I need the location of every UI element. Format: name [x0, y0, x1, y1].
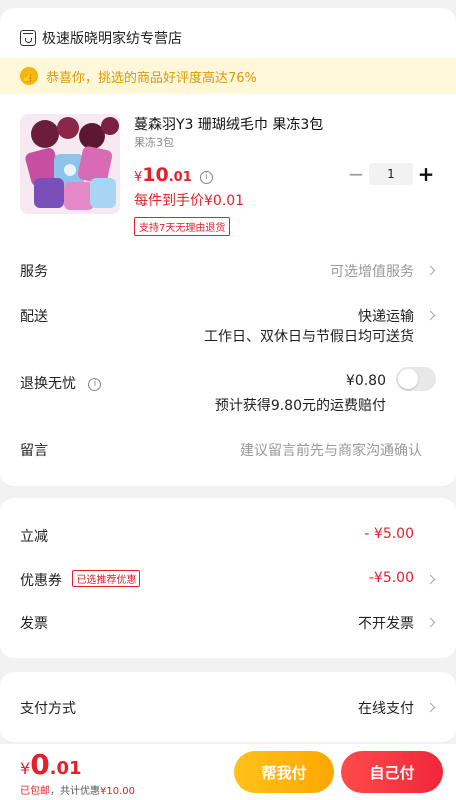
delivery-label: 配送	[20, 309, 48, 325]
saved-prefix: ，共计优惠	[50, 786, 100, 797]
delivery-value[interactable]: 快递运输	[358, 306, 414, 326]
chevron-right-icon[interactable]	[425, 265, 436, 276]
total-yen: ¥	[20, 759, 31, 778]
product-spec[interactable]: 果冻3包	[134, 134, 174, 150]
price-int: 10	[142, 164, 169, 186]
checkout-bar: ¥ 0 .01 已包邮，共计优惠¥10.00 帮我付 自己付	[0, 744, 456, 800]
praise-text: 恭喜你，挑选的商品好评度高达76%	[46, 70, 257, 86]
coupon-label: 优惠券 已选推荐优惠	[20, 570, 141, 590]
worry-free-label: 退换无忧 i	[20, 373, 102, 393]
quantity-stepper: − 1 +	[345, 161, 437, 187]
return-badge: 支持7天无理由退货	[134, 217, 231, 236]
chevron-right-icon[interactable]	[425, 310, 436, 321]
payment-label: 支付方式	[20, 701, 76, 717]
coupon-tag: 已选推荐优惠	[72, 570, 141, 587]
order-card: 极速版晓明家纺专营店 👍 恭喜你，挑选的商品好评度高达76% 蔓森羽Y3 珊瑚绒…	[0, 8, 456, 486]
total-price: ¥ 0 .01	[20, 748, 82, 781]
product-price: ¥ 10 .01 i	[134, 164, 213, 186]
plus-button[interactable]: +	[415, 161, 437, 187]
service-value[interactable]: 可选增值服务	[330, 261, 414, 281]
total-int: 0	[30, 748, 50, 781]
unit-price: 每件到手价¥0.01	[134, 193, 245, 209]
info-icon[interactable]: i	[199, 170, 213, 184]
chevron-right-icon[interactable]	[425, 702, 436, 713]
help-pay-button[interactable]: 帮我付	[234, 751, 334, 793]
service-label: 服务	[20, 264, 48, 280]
discount-label: 立减	[20, 529, 48, 545]
message-input[interactable]: 建议留言前先与商家沟通确认	[240, 440, 422, 460]
info-icon[interactable]: i	[88, 377, 102, 391]
invoice-label: 发票	[20, 616, 48, 632]
payment-value[interactable]: 在线支付	[358, 698, 414, 718]
price-dec: .01	[168, 170, 192, 185]
message-label: 留言	[20, 443, 48, 459]
delivery-note: 工作日、双休日与节假日均可送货	[204, 329, 414, 345]
coupon-value[interactable]: -¥5.00	[369, 570, 414, 586]
product-title[interactable]: 蔓森羽Y3 珊瑚绒毛巾 果冻3包	[134, 114, 323, 134]
product-image[interactable]	[20, 114, 120, 214]
saved-amount: ¥10.00	[100, 786, 135, 797]
invoice-value[interactable]: 不开发票	[358, 613, 414, 633]
total-note: 已包邮，共计优惠¥10.00	[20, 782, 135, 797]
thumbs-up-icon: 👍	[20, 67, 38, 85]
chevron-right-icon[interactable]	[425, 617, 436, 628]
store-name: 极速版晓明家纺专营店	[42, 31, 182, 47]
worry-free-note: 预计获得9.80元的运费赔付	[214, 398, 386, 414]
self-pay-button[interactable]: 自己付	[341, 751, 443, 793]
minus-button[interactable]: −	[345, 161, 367, 187]
worry-free-text: 退换无忧	[20, 376, 76, 392]
worry-free-toggle[interactable]	[396, 367, 436, 391]
store-icon	[20, 30, 36, 46]
payment-card: 支付方式 在线支付	[0, 672, 456, 742]
praise-banner: 👍 恭喜你，挑选的商品好评度高达76%	[0, 58, 456, 94]
chevron-right-icon[interactable]	[425, 574, 436, 585]
worry-free-price: ¥0.80	[345, 373, 386, 389]
quantity-value[interactable]: 1	[369, 163, 413, 185]
total-dec: .01	[49, 758, 82, 779]
product-photo-icon	[20, 114, 120, 214]
coupon-text: 优惠券	[20, 573, 62, 589]
price-yen: ¥	[134, 170, 143, 185]
shipping-free: 已包邮	[20, 786, 50, 797]
discount-value: - ¥5.00	[364, 526, 414, 542]
store-row[interactable]: 极速版晓明家纺专营店	[20, 22, 182, 54]
price-summary-card: 立减 - ¥5.00 优惠券 已选推荐优惠 -¥5.00 发票 不开发票	[0, 498, 456, 658]
